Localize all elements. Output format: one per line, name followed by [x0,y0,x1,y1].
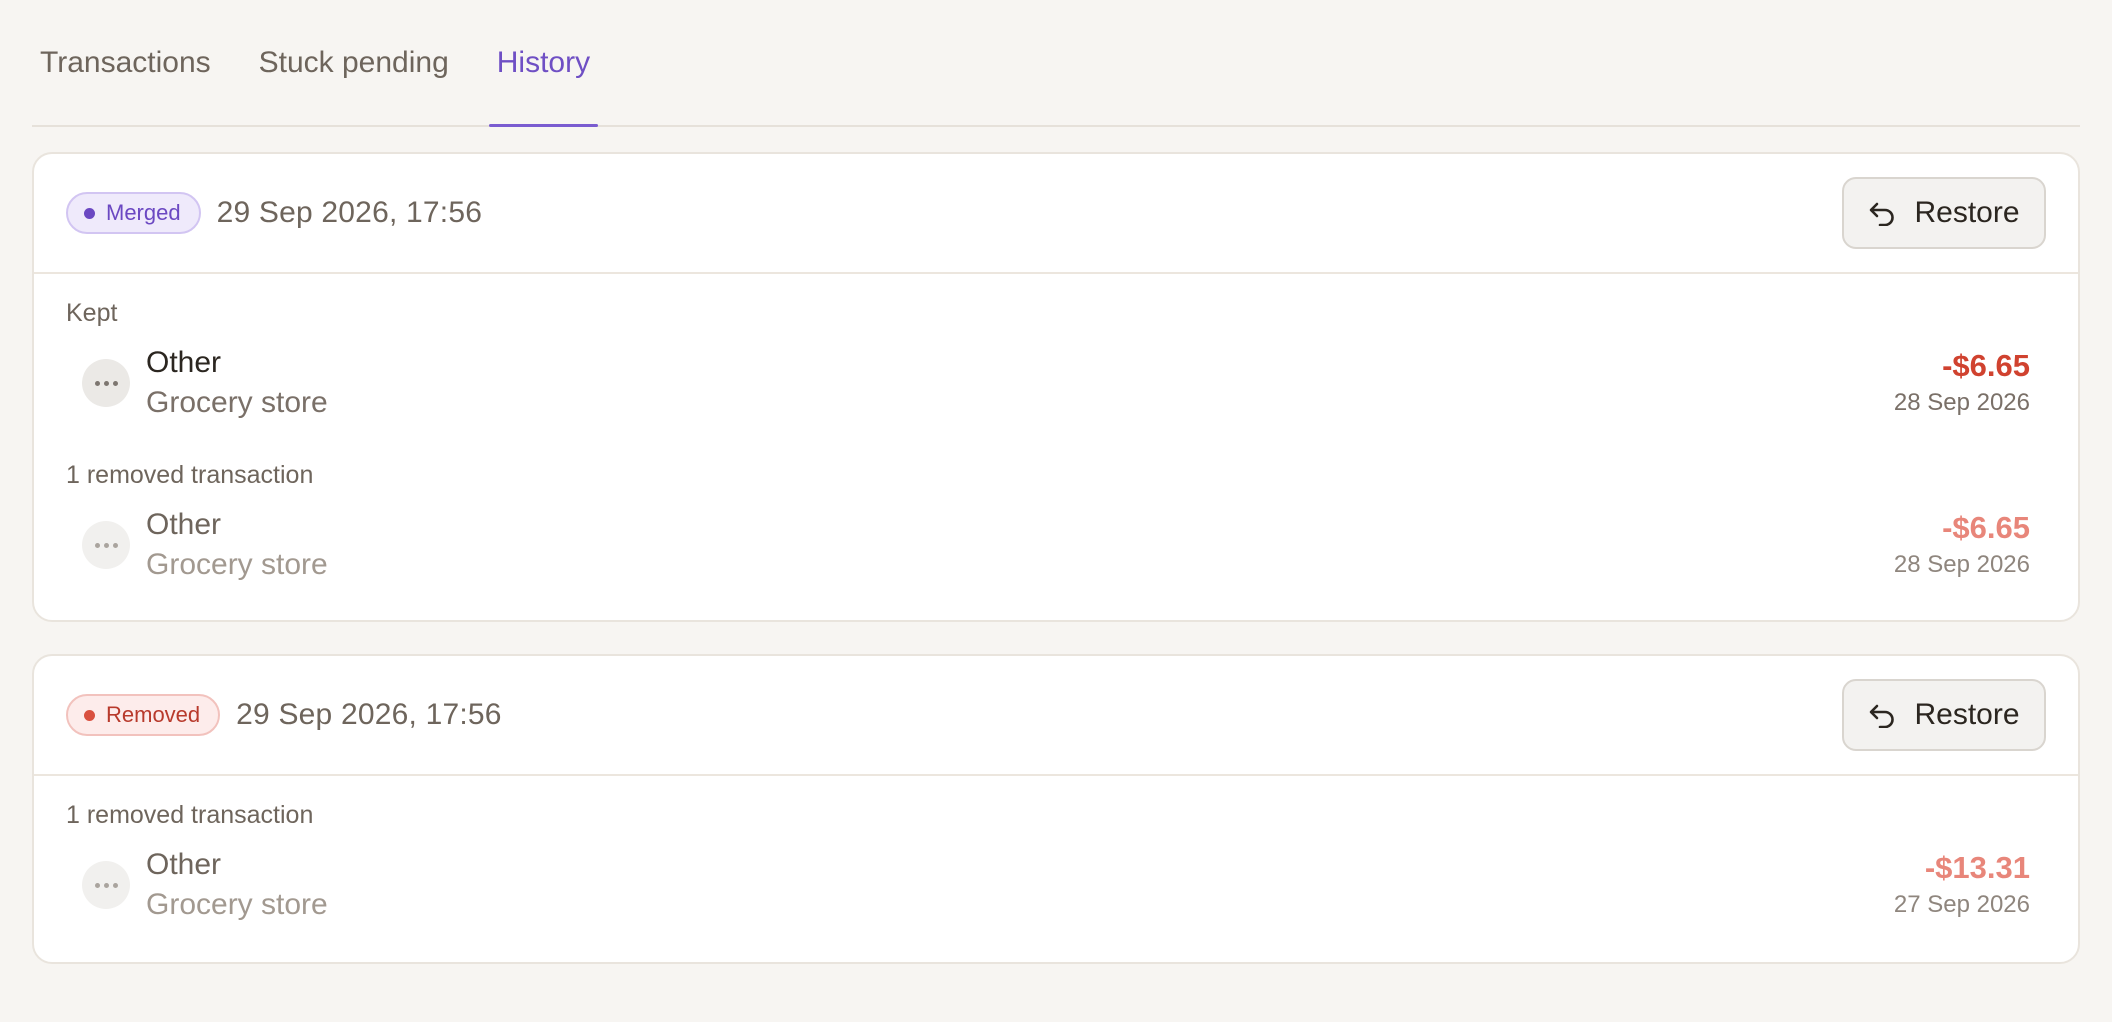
status-badge-removed: Removed [66,694,221,736]
transaction-merchant: Grocery store [146,548,328,581]
history-card-removed: Removed 29 Sep 2026, 17:56 Restore 1 rem… [32,654,2080,964]
history-card-merged: Merged 29 Sep 2026, 17:56 Restore Kept O… [32,152,2080,622]
transaction-category: Other [146,346,222,379]
status-badge-label: Merged [106,200,181,225]
transaction-amount: -$6.65 [1942,348,2030,383]
restore-button-label: Restore [1914,698,2020,731]
kept-label: Kept [66,299,118,327]
more-horizontal-icon [82,521,130,569]
transaction-date: 28 Sep 2026 [1893,551,2030,578]
restore-button[interactable]: Restore [1842,679,2046,751]
tab-bar: Transactions Stuck pending History [32,0,2080,127]
transaction-merchant: Grocery store [146,386,328,419]
history-card-header: Merged 29 Sep 2026, 17:56 Restore [34,154,2078,274]
tab-transactions[interactable]: Transactions [32,0,219,125]
removed-transaction-row: Other Grocery store -$13.31 27 Sep 2026 [66,832,2046,938]
transaction-amount: -$13.31 [1924,850,2030,885]
more-horizontal-icon [82,359,130,407]
history-card-header: Removed 29 Sep 2026, 17:56 Restore [34,656,2078,776]
kept-transaction-row: Other Grocery store -$6.65 28 Sep 2026 [66,330,2046,436]
history-card-body: 1 removed transaction Other Grocery stor… [34,776,2078,938]
status-badge-merged: Merged [66,192,201,234]
undo-icon [1870,704,1895,728]
history-timestamp: 29 Sep 2026, 17:56 [216,196,483,229]
status-badge-label: Removed [106,702,201,727]
restore-button[interactable]: Restore [1842,177,2046,249]
transaction-merchant: Grocery store [146,888,328,921]
removed-count-label: 1 removed transaction [66,461,314,489]
tab-history[interactable]: History [488,0,599,127]
more-horizontal-icon [82,861,130,909]
status-dot-icon [84,709,95,721]
tab-stuck-pending[interactable]: Stuck pending [251,0,457,125]
removed-transaction-row: Other Grocery store -$6.65 28 Sep 2026 [66,492,2046,598]
restore-button-label: Restore [1914,196,2020,229]
removed-count-label: 1 removed transaction [66,801,314,829]
transaction-date: 27 Sep 2026 [1893,891,2030,918]
transaction-category: Other [146,508,222,541]
status-dot-icon [84,207,95,219]
history-page: Transactions Stuck pending History Merge… [0,0,2112,1022]
history-timestamp: 29 Sep 2026, 17:56 [236,698,502,731]
transaction-category: Other [146,848,222,881]
undo-icon [1870,202,1895,226]
history-card-body: Kept Other Grocery store -$6.65 28 Sep 2… [34,274,2078,598]
transaction-amount: -$6.65 [1942,510,2030,545]
transaction-date: 28 Sep 2026 [1893,389,2030,416]
